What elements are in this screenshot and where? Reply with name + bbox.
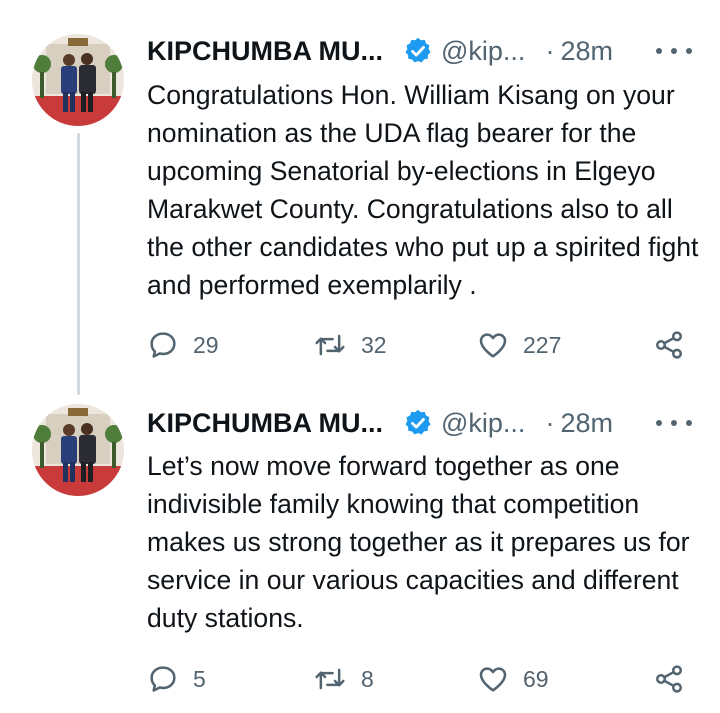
verified-badge-icon: [403, 36, 433, 66]
retweet-button[interactable]: 32: [313, 327, 387, 363]
author-handle[interactable]: @kip...: [441, 408, 525, 439]
more-dots-icon[interactable]: [656, 411, 692, 435]
retweet-button[interactable]: 8: [313, 661, 374, 697]
like-count: 227: [523, 331, 562, 358]
timestamp[interactable]: 28m: [560, 36, 613, 67]
author-handle[interactable]: @kip...: [441, 36, 525, 67]
retweet-count: 32: [361, 331, 387, 358]
reply-bubble-icon: [150, 666, 176, 692]
heart-icon: [479, 667, 507, 692]
avatar[interactable]: [32, 34, 124, 126]
more-dots-icon[interactable]: [656, 39, 692, 63]
tweet-text: Let’s now move forward together as one i…: [147, 451, 690, 633]
reply-button[interactable]: 29: [147, 327, 219, 363]
reply-button[interactable]: 5: [147, 661, 206, 697]
retweet-arrows-icon: [315, 668, 345, 690]
tweet-actions: 5 8 69: [147, 661, 692, 697]
avatar[interactable]: [32, 404, 124, 496]
reply-count: 5: [193, 665, 206, 692]
heart-icon: [479, 333, 507, 358]
reply-bubble-icon: [150, 332, 176, 358]
like-button[interactable]: 69: [477, 661, 549, 697]
like-count: 69: [523, 665, 549, 692]
tweet-text: Congratulations Hon. William Kisang on y…: [147, 80, 699, 300]
share-button[interactable]: [653, 327, 685, 363]
retweet-count: 8: [361, 665, 374, 692]
tweet-actions: 29 32 227: [147, 327, 692, 363]
verified-badge-icon: [403, 408, 433, 438]
timestamp[interactable]: 28m: [560, 408, 613, 439]
share-button[interactable]: [653, 661, 685, 697]
separator-dot: ·: [545, 407, 555, 438]
separator-dot: ·: [545, 35, 555, 66]
retweet-arrows-icon: [315, 334, 345, 356]
tweet-header: KIPCHUMBA MU... @kip... · 28m: [147, 405, 692, 441]
author-name[interactable]: KIPCHUMBA MU...: [147, 408, 383, 439]
share-nodes-icon: [656, 331, 682, 359]
reply-count: 29: [193, 331, 219, 358]
tweet[interactable]: KIPCHUMBA MU... @kip... · 28m Congratula…: [0, 0, 720, 370]
tweet[interactable]: KIPCHUMBA MU... @kip... · 28m Let’s now …: [0, 372, 720, 713]
author-name[interactable]: KIPCHUMBA MU...: [147, 36, 383, 67]
tweet-header: KIPCHUMBA MU... @kip... · 28m: [147, 33, 692, 69]
like-button[interactable]: 227: [477, 327, 561, 363]
share-nodes-icon: [656, 665, 682, 693]
